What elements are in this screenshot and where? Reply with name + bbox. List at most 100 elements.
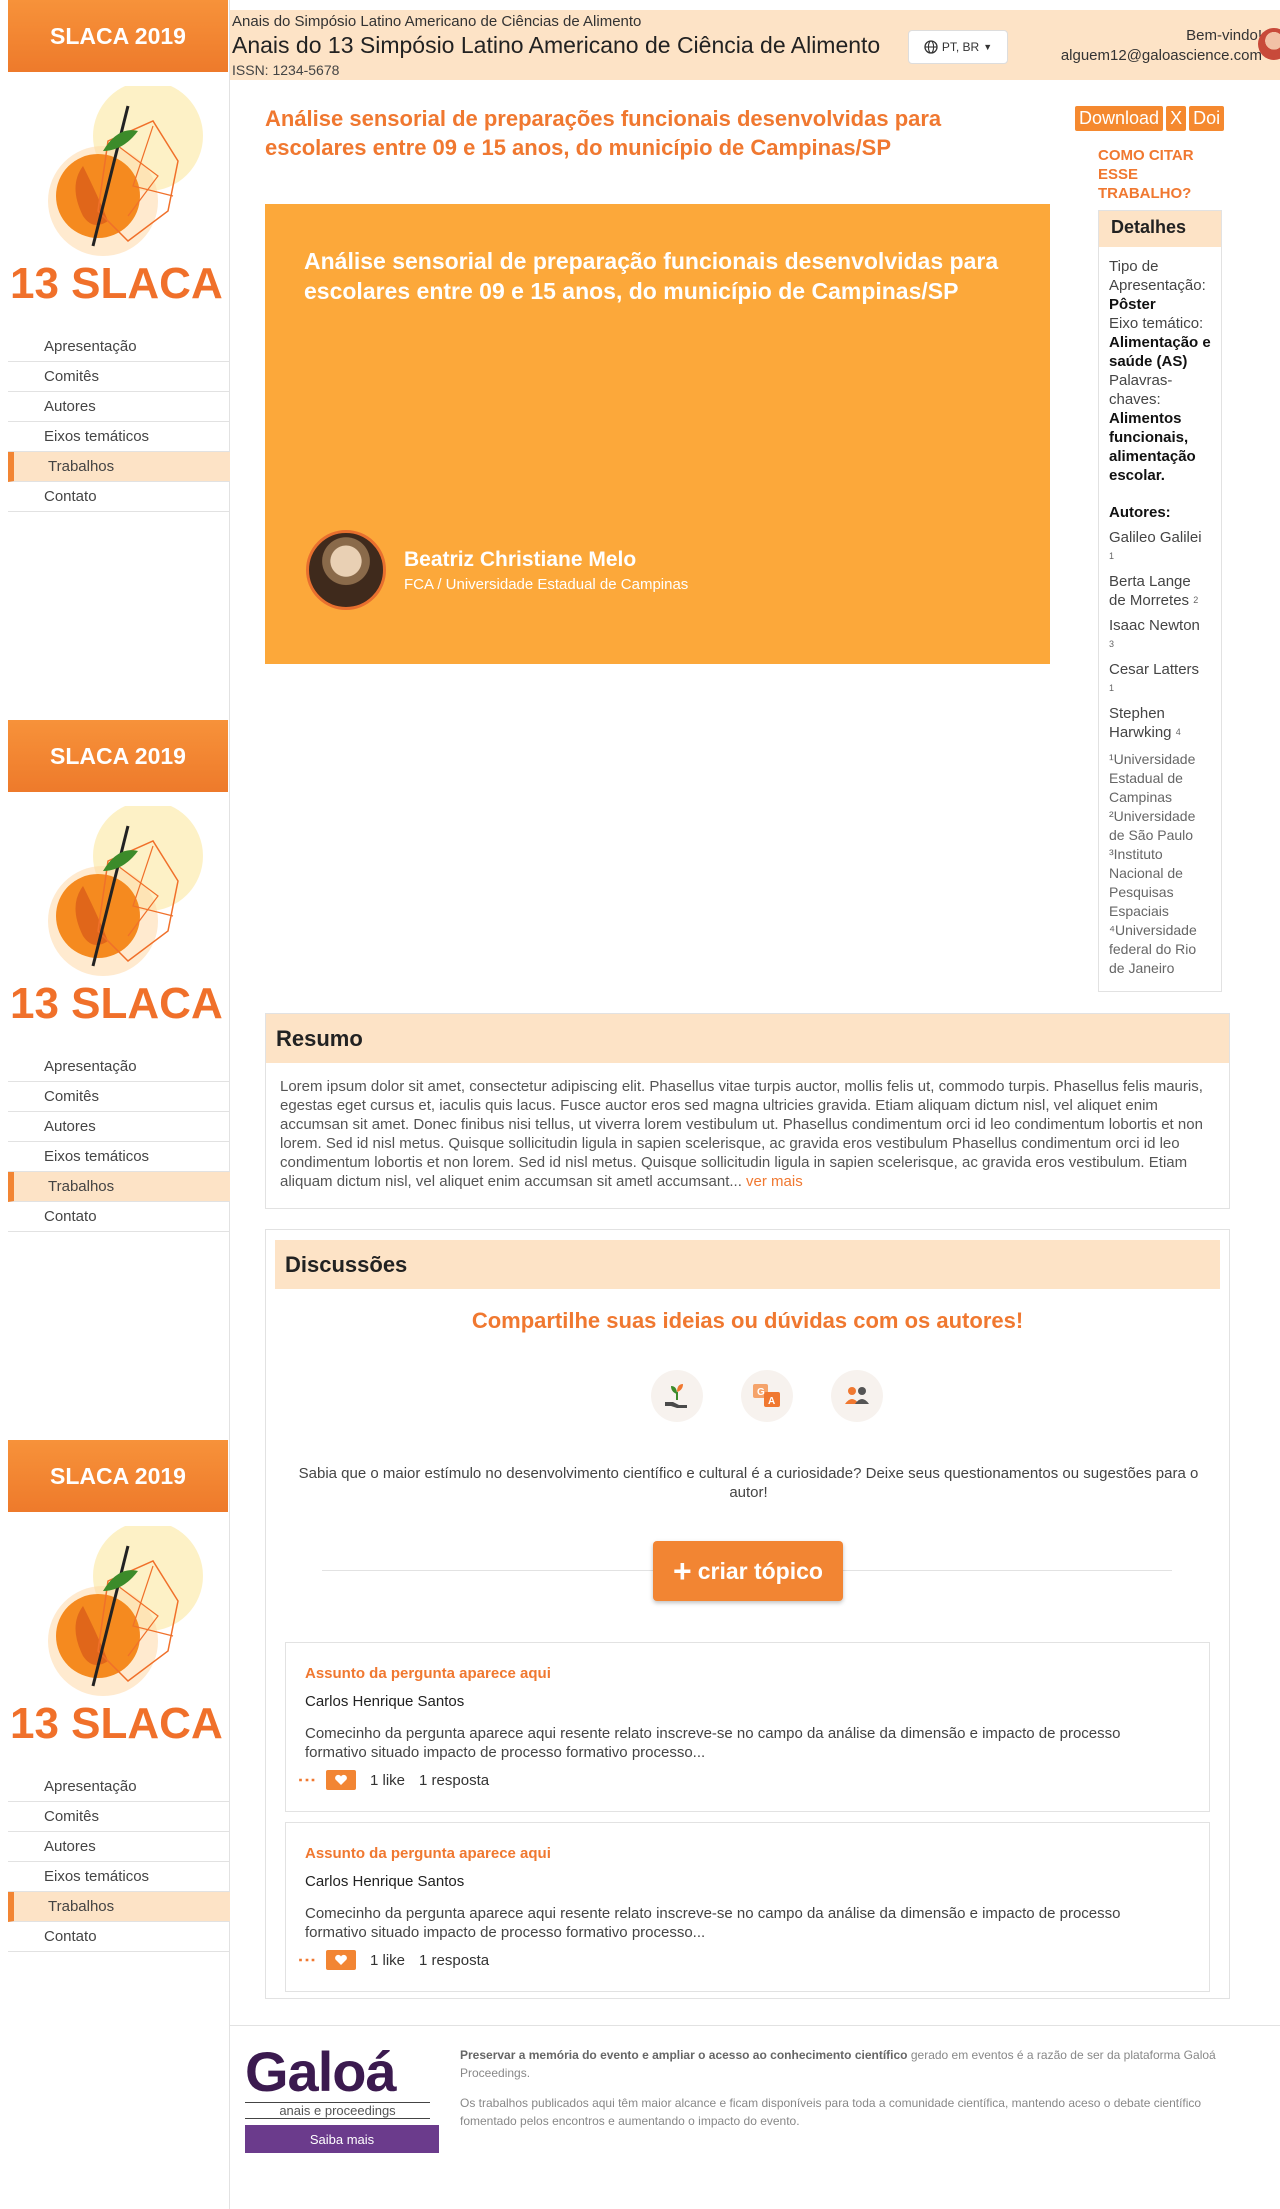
galoa-brand: Galoá xyxy=(245,2040,397,2103)
sidebar-item-apresentacao[interactable]: Apresentação xyxy=(8,1772,230,1802)
event-badge[interactable]: SLACA 2019 xyxy=(8,1440,228,1512)
discussions-cta: Compartilhe suas ideias ou dúvidas com o… xyxy=(471,1308,1024,1333)
topic-title[interactable]: Assunto da pergunta aparece aqui xyxy=(305,1845,551,1862)
sidebar-item-autores[interactable]: Autores xyxy=(8,392,230,422)
topic-meta: ⋮ 1 like 1 resposta xyxy=(297,1770,489,1790)
doi-button[interactable]: Doi xyxy=(1189,106,1225,131)
event-badge[interactable]: SLACA 2019 xyxy=(8,720,228,792)
sidebar-menu: Apresentação Comitês Autores Eixos temát… xyxy=(8,1772,230,1952)
action-buttons: Download X Doi xyxy=(1075,106,1225,131)
author-item[interactable]: Cesar Latters 1 xyxy=(1109,660,1211,698)
heart-icon xyxy=(335,1774,347,1785)
sidebar-item-trabalhos[interactable]: Trabalhos xyxy=(8,1172,230,1202)
topic-excerpt: Comecinho da pergunta aparece aqui resen… xyxy=(305,1725,1121,1761)
topic-card[interactable]: Assunto da pergunta aparece aqui Carlos … xyxy=(285,1642,1210,1812)
author-item[interactable]: Berta Lange de Morretes 2 xyxy=(1109,572,1211,610)
topic-card[interactable]: Assunto da pergunta aparece aqui Carlos … xyxy=(285,1822,1210,1992)
galoa-logo[interactable]: Galoá anais e proceedings Saiba mais xyxy=(245,2044,445,2153)
presenter-name: Beatriz Christiane Melo xyxy=(404,548,637,571)
paper-hero-card: Análise sensorial de preparação funciona… xyxy=(265,204,1050,664)
slaca-logo[interactable]: 13 SLACA xyxy=(8,806,230,1028)
discussion-icons: G A xyxy=(651,1370,883,1422)
sidebar-item-comites[interactable]: Comitês xyxy=(8,1082,230,1112)
create-topic-button[interactable]: + criar tópico xyxy=(653,1541,843,1601)
abstract-section: Resumo Lorem ipsum dolor sit amet, conse… xyxy=(265,1013,1230,1209)
topic-meta: ⋮ 1 like 1 resposta xyxy=(297,1950,489,1970)
sidebar-item-eixos[interactable]: Eixos temáticos xyxy=(8,1862,230,1892)
header-issn: ISSN: 1234-5678 xyxy=(232,62,340,78)
affiliation-item: ²Universidade de São Paulo xyxy=(1109,808,1196,843)
axis-value: Alimentação e saúde (AS) xyxy=(1109,334,1211,370)
abstract-heading: Resumo xyxy=(266,1014,1229,1063)
sidebar-item-eixos[interactable]: Eixos temáticos xyxy=(8,422,230,452)
heart-icon xyxy=(335,1954,347,1965)
welcome-text: Bem-vindo! xyxy=(1186,27,1262,44)
logo-text: 13 SLACA xyxy=(10,1699,223,1748)
like-button[interactable] xyxy=(326,1770,356,1790)
sidebar-item-contato[interactable]: Contato xyxy=(8,1922,230,1952)
topic-title[interactable]: Assunto da pergunta aparece aqui xyxy=(305,1665,551,1682)
more-options-icon[interactable]: ⋮ xyxy=(297,1771,317,1789)
plus-icon: + xyxy=(673,1553,692,1589)
axis-label: Eixo temático: xyxy=(1109,315,1204,332)
download-button[interactable]: Download xyxy=(1075,106,1164,131)
topic-author: Carlos Henrique Santos xyxy=(305,1693,465,1710)
footer-text: Preservar a memória do evento e ampliar … xyxy=(460,2048,1216,2128)
language-selector[interactable]: PT, BR ▼ xyxy=(908,30,1008,64)
x-button[interactable]: X xyxy=(1166,106,1187,131)
hero-title: Análise sensorial de preparação funciona… xyxy=(304,248,999,304)
authors-label: Autores: xyxy=(1109,504,1171,521)
top-header: Anais do Simpósio Latino Americano de Ci… xyxy=(230,10,1280,80)
type-value: Pôster xyxy=(1109,296,1156,313)
sidebar-item-comites[interactable]: Comitês xyxy=(8,362,230,392)
presenter-avatar xyxy=(306,530,386,610)
cite-link[interactable]: COMO CITAR ESSE TRABALHO? xyxy=(1098,146,1198,203)
more-options-icon[interactable]: ⋮ xyxy=(297,1951,317,1969)
slaca-logo[interactable]: 13 SLACA xyxy=(8,86,230,308)
presenter-institution: FCA / Universidade Estadual de Campinas xyxy=(404,576,689,593)
globe-icon xyxy=(924,40,938,54)
author-item[interactable]: Stephen Harwking 4 xyxy=(1109,704,1211,742)
learn-more-button[interactable]: Saiba mais xyxy=(245,2125,439,2153)
sidebar-item-autores[interactable]: Autores xyxy=(8,1832,230,1862)
abstract-text: Lorem ipsum dolor sit amet, consectetur … xyxy=(280,1078,1203,1190)
sidebar-item-contato[interactable]: Contato xyxy=(8,1202,230,1232)
sidebar-item-trabalhos[interactable]: Trabalhos xyxy=(8,452,230,482)
reply-count[interactable]: 1 resposta xyxy=(419,1772,489,1789)
header-title[interactable]: Anais do 13 Simpósio Latino Americano de… xyxy=(232,32,880,59)
footer: Galoá anais e proceedings Saiba mais Pre… xyxy=(230,2025,1280,2153)
sidebar-item-autores[interactable]: Autores xyxy=(8,1112,230,1142)
sidebar-item-contato[interactable]: Contato xyxy=(8,482,230,512)
sidebar-item-eixos[interactable]: Eixos temáticos xyxy=(8,1142,230,1172)
like-count: 1 like xyxy=(370,1771,406,1789)
read-more-link[interactable]: ver mais xyxy=(746,1173,803,1190)
sidebar-item-trabalhos[interactable]: Trabalhos xyxy=(8,1892,230,1922)
paper-title: Análise sensorial de preparações funcion… xyxy=(265,106,942,160)
event-badge[interactable]: SLACA 2019 xyxy=(8,0,228,72)
details-panel: Detalhes Tipo de Apresentação: Pôster Ei… xyxy=(1098,210,1222,992)
language-label: PT, BR xyxy=(941,40,980,54)
affiliation-item: ¹Universidade Estadual de Campinas xyxy=(1109,751,1196,805)
sidebar-item-comites[interactable]: Comitês xyxy=(8,1802,230,1832)
like-button[interactable] xyxy=(326,1950,356,1970)
logo-text: 13 SLACA xyxy=(10,979,223,1028)
header-subtitle: Anais do Simpósio Latino Americano de Ci… xyxy=(232,13,642,30)
author-item[interactable]: Galileo Galilei 1 xyxy=(1109,528,1211,566)
svg-text:A: A xyxy=(768,1396,775,1407)
sidebar-item-apresentacao[interactable]: Apresentação xyxy=(8,332,230,362)
user-welcome[interactable]: Bem-vindo! alguem12@galoascience.com xyxy=(1061,26,1262,66)
reply-count[interactable]: 1 resposta xyxy=(419,1952,489,1969)
affiliation-item: ⁴Universidade federal do Rio de Janeiro xyxy=(1109,922,1197,976)
logo-text: 13 SLACA xyxy=(10,259,223,308)
sidebar-menu: Apresentação Comitês Autores Eixos temát… xyxy=(8,1052,230,1232)
translate-icon: G A xyxy=(741,1370,793,1422)
slaca-logo[interactable]: 13 SLACA xyxy=(8,1526,230,1748)
details-heading: Detalhes xyxy=(1099,211,1221,247)
left-sidebar: SLACA 2019 13 SLACA Apresentação Comitês… xyxy=(0,0,230,2209)
sidebar-item-apresentacao[interactable]: Apresentação xyxy=(8,1052,230,1082)
keywords-label: Palavras-chaves: xyxy=(1109,372,1173,408)
discussions-section: Discussões Compartilhe suas ideias ou dú… xyxy=(265,1229,1230,1999)
topic-author: Carlos Henrique Santos xyxy=(305,1873,465,1890)
author-item[interactable]: Isaac Newton 3 xyxy=(1109,616,1211,654)
affiliation-item: ³Instituto Nacional de Pesquisas Espacia… xyxy=(1109,846,1183,919)
